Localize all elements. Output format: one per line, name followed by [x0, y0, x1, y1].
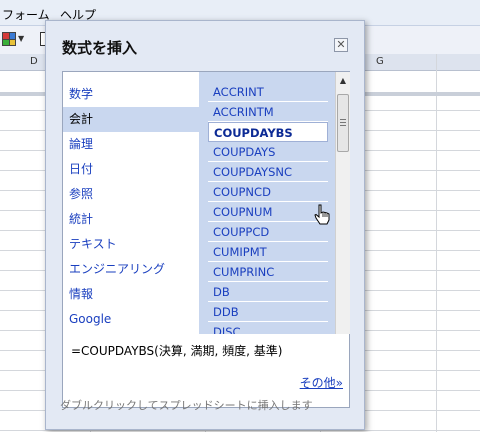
function-item[interactable]: COUPDAYS: [208, 142, 328, 162]
category-item-google[interactable]: Google: [63, 307, 199, 332]
function-item[interactable]: CUMIPMT: [208, 242, 328, 262]
function-item[interactable]: DDB: [208, 302, 328, 322]
category-item-engineering[interactable]: エンジニアリング: [63, 257, 199, 282]
category-item-lookup[interactable]: 参照: [63, 182, 199, 207]
dialog-title: 数式を挿入: [62, 39, 138, 57]
category-item-text[interactable]: テキスト: [63, 232, 199, 257]
insert-hint: ダブルクリックしてスプレッドシートに挿入します: [60, 399, 313, 412]
function-item-selected[interactable]: COUPDAYBS: [208, 122, 328, 142]
function-item[interactable]: CUMPRINC: [208, 262, 328, 282]
more-link[interactable]: その他»: [300, 374, 343, 391]
column-letter-d[interactable]: D: [30, 56, 38, 67]
formula-syntax: =COUPDAYBS(決算, 満期, 頻度, 基準): [71, 344, 283, 358]
function-item[interactable]: COUPDAYSNC: [208, 162, 328, 182]
category-item-date[interactable]: 日付: [63, 157, 199, 182]
function-item[interactable]: ACCRINTM: [208, 102, 328, 122]
category-item-math[interactable]: 数学: [63, 82, 199, 107]
function-item[interactable]: DB: [208, 282, 328, 302]
borders-icon[interactable]: [2, 32, 16, 46]
column-letter-g[interactable]: G: [376, 56, 384, 67]
grip-line: [340, 125, 346, 126]
function-list-scrollbar[interactable]: ▲ ▼: [335, 72, 350, 356]
chevron-down-icon[interactable]: ▼: [18, 34, 24, 43]
function-item[interactable]: COUPPCD: [208, 222, 328, 242]
category-item-statistical[interactable]: 統計: [63, 207, 199, 232]
category-item-logical[interactable]: 論理: [63, 132, 199, 157]
insert-formula-dialog: 数式を挿入 ✕ 数学 会計 論理 日付 参照 統計 テキスト エンジニアリング …: [45, 20, 365, 430]
close-icon[interactable]: ✕: [334, 38, 348, 52]
hand-cursor-icon: [314, 204, 330, 225]
category-item-info[interactable]: 情報: [63, 282, 199, 307]
menu-form[interactable]: フォーム: [2, 6, 50, 23]
grip-line: [340, 122, 346, 123]
grip-line: [340, 119, 346, 120]
scroll-thumb[interactable]: [337, 94, 349, 152]
row-line: [0, 430, 480, 431]
category-list: 数学 会計 論理 日付 参照 統計 テキスト エンジニアリング 情報 Googl…: [63, 72, 199, 356]
function-item[interactable]: COUPNUM: [208, 202, 328, 222]
category-item-accounting[interactable]: 会計: [63, 107, 199, 132]
scroll-up-icon[interactable]: ▲: [336, 74, 350, 88]
function-item[interactable]: ACCRINT: [208, 82, 328, 102]
formula-picker-panel: 数学 会計 論理 日付 参照 統計 テキスト エンジニアリング 情報 Googl…: [62, 71, 350, 357]
function-item[interactable]: COUPNCD: [208, 182, 328, 202]
